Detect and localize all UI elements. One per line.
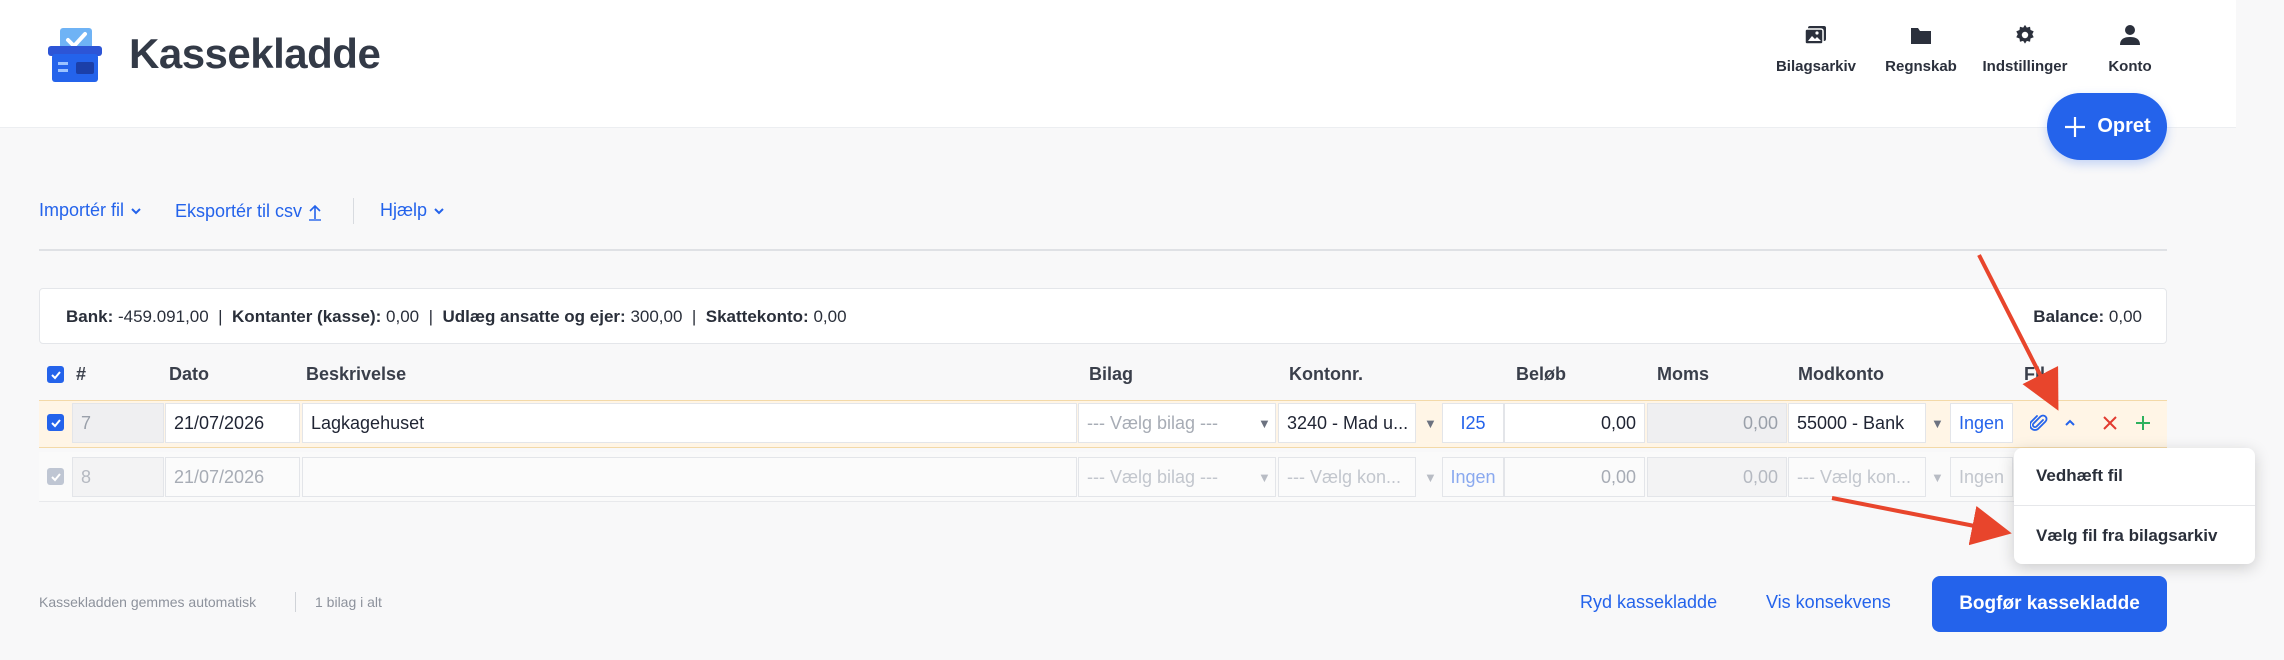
dropdown-arrow-icon: ▼: [1931, 416, 1944, 431]
dropdown-arrow-icon: ▼: [1258, 470, 1271, 485]
select-all-checkbox[interactable]: [47, 366, 64, 383]
app-logo-icon: [46, 26, 104, 84]
user-icon: [2120, 25, 2140, 45]
toolbar-rule: [39, 249, 2167, 251]
balance: Balance: 0,00: [2033, 307, 2142, 327]
account-summary-bar: Bank: -459.091,00 | Kontanter (kasse): 0…: [39, 288, 2167, 344]
vat-amount: 0,00: [1647, 403, 1787, 443]
bank-value: -459.091,00: [117, 307, 209, 326]
nav-label: Bilagsarkiv: [1775, 58, 1857, 75]
plus-icon: [2065, 116, 2086, 137]
counter-account-select[interactable]: --- Vælg kon...: [1788, 457, 1926, 497]
nav-item-regnskab[interactable]: Regnskab: [1866, 20, 1976, 90]
bank-label: Bank:: [66, 307, 114, 326]
counter-account-select[interactable]: 55000 - Bank: [1788, 403, 1926, 443]
tax-value: 0,00: [813, 307, 847, 326]
column-header-voucher[interactable]: Bilag: [1089, 364, 1133, 385]
autosave-note: Kassekladden gemmes automatisk: [39, 594, 257, 610]
column-header-date[interactable]: Dato: [169, 364, 209, 385]
row-checkbox[interactable]: [47, 414, 64, 431]
nav-label: Konto: [2108, 58, 2152, 75]
help-label: Hjælp: [380, 200, 428, 220]
balance-value: 0,00: [2108, 307, 2142, 326]
add-row-icon[interactable]: [2133, 413, 2153, 433]
vat-code-select[interactable]: I25: [1442, 403, 1504, 443]
summary-stats: Bank: -459.091,00 | Kontanter (kasse): 0…: [66, 307, 847, 326]
counter-vat-select[interactable]: Ingen: [1950, 403, 2013, 443]
file-attach-menu: Vedhæft fil Vælg fil fra bilagsarkiv: [2014, 448, 2255, 564]
expense-label: Udlæg ansatte og ejer:: [442, 307, 626, 326]
column-header-description[interactable]: Beskrivelse: [306, 364, 406, 385]
annotation-arrow-to-archive-option: [1831, 496, 2012, 546]
toolbar-divider: [353, 198, 354, 224]
voucher-count: 1 bilag i alt: [315, 594, 382, 610]
export-csv-label: Eksportér til csv: [175, 201, 303, 221]
date-input[interactable]: 21/07/2026: [165, 403, 300, 443]
attach-file-option[interactable]: Vedhæft fil: [2036, 466, 2123, 486]
balance-label: Balance:: [2033, 307, 2105, 326]
column-header-number: #: [76, 364, 87, 384]
counter-vat-select[interactable]: Ingen: [1950, 457, 2013, 497]
nav-item-indstillinger[interactable]: Indstillinger: [1970, 20, 2080, 90]
date-input[interactable]: 21/07/2026: [165, 457, 300, 497]
create-button[interactable]: Opret: [2047, 93, 2167, 160]
amount-input[interactable]: 0,00: [1504, 403, 1645, 443]
row-number: 7: [72, 403, 164, 443]
voucher-select[interactable]: --- Vælg bilag ---: [1078, 457, 1276, 497]
create-button-label: Opret: [2097, 115, 2151, 137]
vat-amount: 0,00: [1647, 457, 1787, 497]
import-file-label: Importér fil: [39, 200, 125, 220]
app-header: Kassekladde Bilagsarkiv Regnskab Indstil…: [0, 0, 2236, 128]
account-select[interactable]: --- Vælg kon...: [1278, 457, 1416, 497]
nav-label: Indstillinger: [1982, 58, 2068, 75]
column-header-vat[interactable]: Moms: [1657, 364, 1709, 385]
chevron-up-icon[interactable]: [2062, 414, 2078, 432]
amount-input[interactable]: 0,00: [1504, 457, 1645, 497]
show-consequence-link[interactable]: Vis konsekvens: [1766, 592, 1891, 613]
page-title: Kassekladde: [129, 30, 381, 77]
voucher-select[interactable]: --- Vælg bilag ---: [1078, 403, 1276, 443]
cash-label: Kontanter (kasse):: [232, 307, 382, 326]
account-select[interactable]: 3240 - Mad u...: [1278, 403, 1416, 443]
dropdown-arrow-icon: ▼: [1424, 470, 1437, 485]
help-dropdown[interactable]: Hjælp: [380, 200, 445, 221]
check-icon: [50, 472, 61, 481]
dropdown-arrow-icon: ▼: [1931, 470, 1944, 485]
check-icon: [50, 370, 61, 379]
nav-label: Regnskab: [1885, 58, 1957, 75]
vat-code-select[interactable]: Ingen: [1442, 457, 1504, 497]
folder-icon: [1911, 28, 1931, 44]
import-file-dropdown[interactable]: Importér fil: [39, 200, 142, 221]
description-input[interactable]: Lagkagehuset: [302, 403, 1077, 443]
expense-value: 300,00: [630, 307, 683, 326]
post-journal-button[interactable]: Bogfør kassekladde: [1932, 576, 2167, 632]
paperclip-icon[interactable]: [2028, 412, 2050, 434]
description-input[interactable]: [302, 457, 1077, 497]
nav-item-bilagsarkiv[interactable]: Bilagsarkiv: [1761, 20, 1871, 90]
dropdown-arrow-icon: ▼: [1424, 416, 1437, 431]
cash-value: 0,00: [386, 307, 420, 326]
menu-divider: [2014, 505, 2255, 506]
footer-divider: [295, 592, 296, 612]
row-checkbox[interactable]: [47, 468, 64, 485]
upload-arrow-icon: [309, 204, 322, 221]
clear-journal-link[interactable]: Ryd kassekladde: [1580, 592, 1717, 613]
photo-album-icon: [1804, 26, 1826, 45]
export-csv-button[interactable]: Eksportér til csv: [175, 201, 322, 222]
delete-row-icon[interactable]: [2100, 413, 2120, 433]
row-number: 8: [72, 457, 164, 497]
column-header-file: Fil: [2024, 364, 2045, 384]
column-header-amount[interactable]: Beløb: [1516, 364, 1566, 385]
column-header-counter-account[interactable]: Modkonto: [1798, 364, 1884, 385]
chevron-down-icon: [131, 207, 141, 214]
choose-from-archive-option[interactable]: Vælg fil fra bilagsarkiv: [2036, 526, 2217, 546]
gear-icon: [2016, 24, 2034, 44]
nav-item-konto[interactable]: Konto: [2075, 20, 2185, 90]
check-icon: [50, 418, 61, 427]
chevron-down-icon: [434, 207, 444, 214]
tax-label: Skattekonto:: [705, 307, 809, 326]
dropdown-arrow-icon: ▼: [1258, 416, 1271, 431]
column-header-account[interactable]: Kontonr.: [1289, 364, 1363, 385]
